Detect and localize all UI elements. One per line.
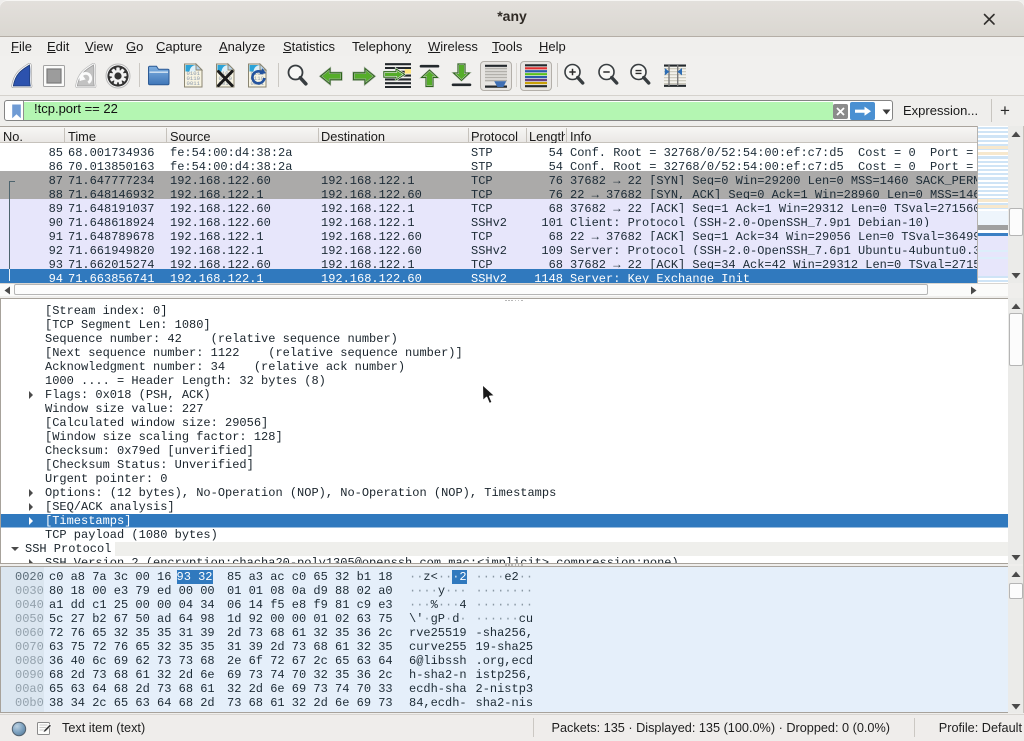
svg-text:0011: 0011: [187, 80, 201, 87]
